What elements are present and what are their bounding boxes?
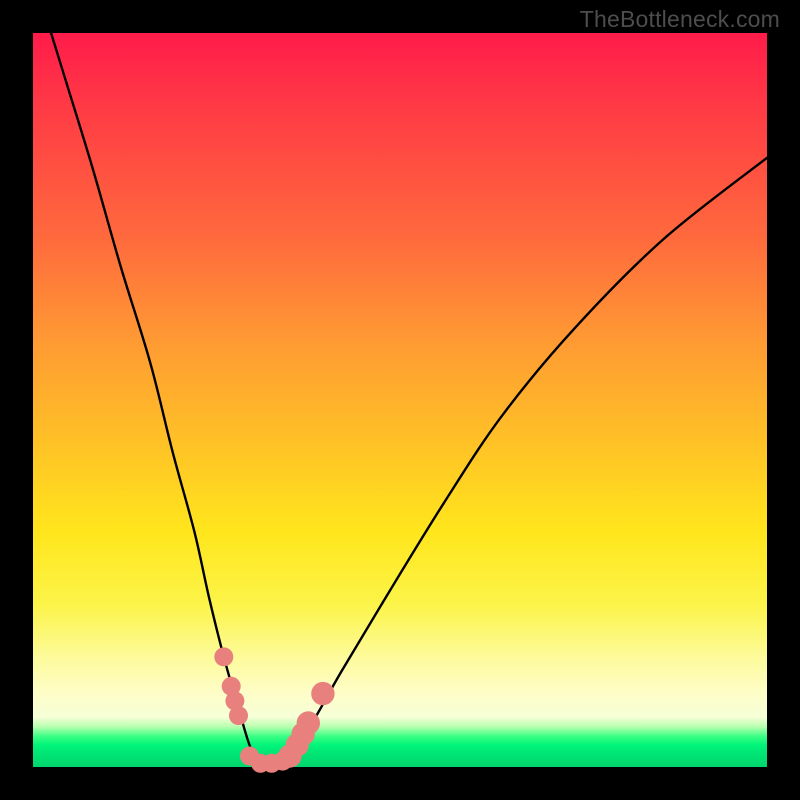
chart-svg (33, 33, 767, 767)
curve-marker (229, 706, 248, 725)
bottleneck-curve (33, 0, 767, 769)
chart-frame: TheBottleneck.com (0, 0, 800, 800)
plot-area (33, 33, 767, 767)
curve-marker (297, 711, 320, 734)
attribution-label: TheBottleneck.com (580, 6, 780, 33)
curve-markers (214, 647, 334, 772)
curve-marker (214, 647, 233, 666)
curve-marker (311, 682, 334, 705)
